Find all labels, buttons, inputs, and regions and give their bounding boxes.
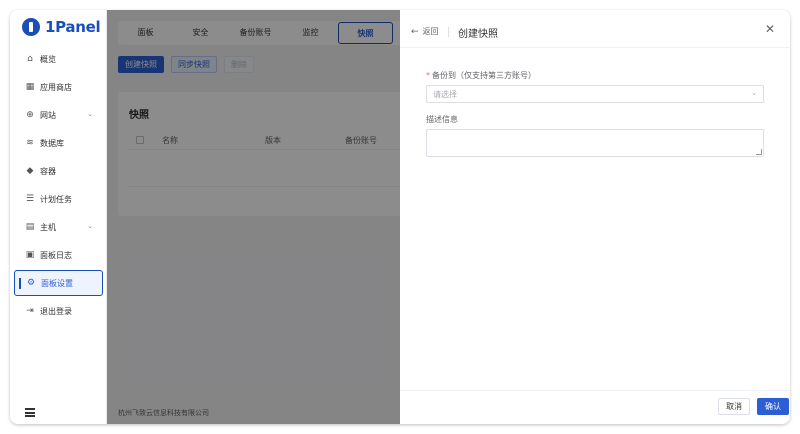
sidebar-item-label: 退出登录 (40, 306, 72, 316)
apps-icon: ▦ (25, 82, 35, 92)
drawer-header: ← 返回 创建快照 ✕ (400, 10, 790, 48)
docker-icon: ◆ (26, 166, 34, 176)
sidebar-item-settings[interactable]: ⚙ 面板设置 (14, 270, 103, 296)
sidebar-item-logout[interactable]: ⇥ 退出登录 (14, 298, 103, 324)
sidebar-item-cron[interactable]: ☰ 计划任务 (14, 186, 103, 212)
sidebar-nav: ⌂ 概览 ▦ 应用商店 ⊕ 网站 ⌄ ≋ 数据库 ◆ 容器 ☰ 计划任务 ▤ 主… (14, 46, 103, 326)
chevron-down-icon: ⌄ (87, 110, 93, 118)
sidebar-item-app-store[interactable]: ▦ 应用商店 (14, 74, 103, 100)
backup-account-select[interactable]: 请选择 ⌄ (426, 85, 764, 103)
sidebar-item-logs[interactable]: ▣ 面板日志 (14, 242, 103, 268)
backup-field-label: * 备份到（仅支持第三方账号） (426, 70, 536, 81)
app-window: 1Panel ⌂ 概览 ▦ 应用商店 ⊕ 网站 ⌄ ≋ 数据库 ◆ 容器 ☰ 计… (10, 10, 790, 424)
list-icon: ☰ (25, 194, 35, 204)
description-textarea[interactable] (426, 129, 764, 157)
sidebar-item-label: 面板设置 (41, 278, 73, 288)
sidebar-item-database[interactable]: ≋ 数据库 (14, 130, 103, 156)
sidebar-item-overview[interactable]: ⌂ 概览 (14, 46, 103, 72)
create-snapshot-drawer: ← 返回 创建快照 ✕ * 备份到（仅支持第三方账号） 请选择 ⌄ 描述信息 取消… (400, 10, 790, 424)
server-icon: ▤ (25, 222, 35, 232)
chevron-down-icon: ⌄ (87, 222, 93, 230)
settings-icon: ⚙ (26, 278, 36, 288)
confirm-button[interactable]: 确认 (757, 398, 789, 415)
cancel-button[interactable]: 取消 (718, 398, 750, 415)
logout-icon: ⇥ (26, 306, 34, 316)
database-icon: ≋ (26, 138, 34, 148)
back-button[interactable]: ← 返回 (411, 26, 439, 37)
backup-label-text: 备份到（仅支持第三方账号） (432, 71, 536, 80)
menu-toggle-icon[interactable] (25, 408, 35, 417)
required-marker: * (426, 71, 430, 80)
sidebar-item-container[interactable]: ◆ 容器 (14, 158, 103, 184)
logo: 1Panel (22, 17, 101, 37)
arrow-left-icon: ← (411, 26, 419, 37)
sidebar-item-label: 应用商店 (40, 82, 72, 92)
sidebar-item-label: 概览 (40, 54, 56, 64)
sidebar-item-label: 主机 (40, 222, 56, 232)
sidebar: 1Panel ⌂ 概览 ▦ 应用商店 ⊕ 网站 ⌄ ≋ 数据库 ◆ 容器 ☰ 计… (10, 10, 107, 424)
globe-icon: ⊕ (26, 110, 34, 120)
home-icon: ⌂ (27, 54, 33, 64)
sidebar-item-label: 面板日志 (40, 250, 72, 260)
logo-text: 1Panel (45, 18, 101, 36)
sidebar-item-label: 数据库 (40, 138, 64, 148)
sidebar-item-website[interactable]: ⊕ 网站 ⌄ (14, 102, 103, 128)
select-placeholder: 请选择 (433, 90, 457, 99)
header-divider (448, 27, 449, 37)
drawer-title: 创建快照 (458, 29, 498, 40)
sidebar-item-label: 容器 (40, 166, 56, 176)
drawer-footer: 取消 确认 (400, 390, 790, 424)
close-icon[interactable]: ✕ (765, 22, 775, 36)
back-label: 返回 (422, 27, 439, 36)
sidebar-item-host[interactable]: ▤ 主机 ⌄ (14, 214, 103, 240)
chevron-down-icon: ⌄ (751, 89, 757, 97)
description-field-label: 描述信息 (426, 115, 458, 124)
sidebar-item-label: 网站 (40, 110, 56, 120)
log-icon: ▣ (25, 250, 35, 260)
logo-icon (22, 18, 40, 36)
sidebar-item-label: 计划任务 (40, 194, 72, 204)
